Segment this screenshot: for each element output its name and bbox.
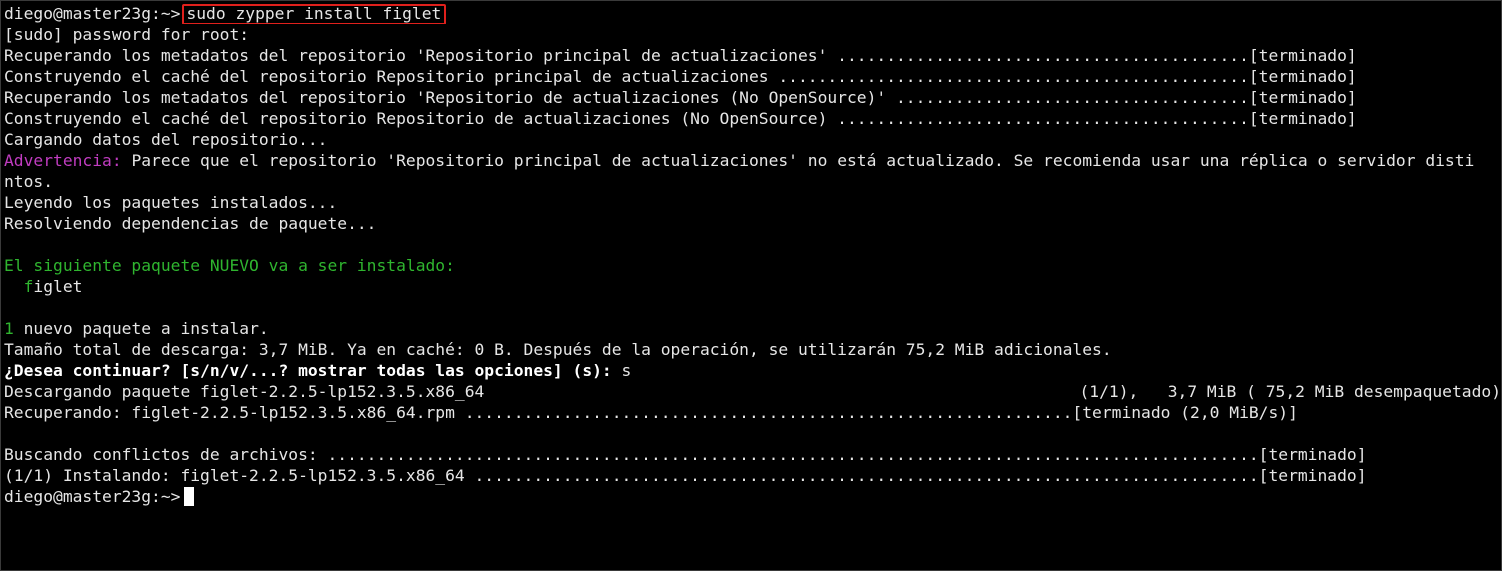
output-line: [sudo] password for root: xyxy=(4,25,250,44)
terminal-window[interactable]: diego@master23g:~> sudo zypper install fi… xyxy=(0,0,1502,571)
output-line: Resolviendo dependencias de paquete... xyxy=(4,214,377,233)
warning-label: Advertencia: xyxy=(4,151,122,170)
new-package-heading: El siguiente paquete NUEVO va a ser inst… xyxy=(4,256,455,275)
package-count: 1 xyxy=(4,319,14,338)
installing-line: (1/1) Instalando: figlet-2.2.5-lp152.3.5… xyxy=(4,466,1367,485)
download-package: Descargando paquete figlet-2.2.5-lp152.3… xyxy=(4,382,485,401)
text-cursor xyxy=(184,487,195,506)
retrieving-line: Recuperando: figlet-2.2.5-lp152.3.5.x86_… xyxy=(4,403,1298,422)
size-line: Tamaño total de descarga: 3,7 MiB. Ya en… xyxy=(4,340,1112,359)
download-line: Descargando paquete figlet-2.2.5-lp152.3… xyxy=(4,381,1501,402)
command-line: diego@master23g:~> sudo zypper install fi… xyxy=(4,3,1501,24)
warning-line: Advertencia: Parece que el repositorio '… xyxy=(4,150,1501,171)
final-prompt-line[interactable]: diego@master23g:~> xyxy=(4,486,1501,507)
output-line: Leyendo los paquetes instalados... xyxy=(4,193,338,212)
prompt: diego@master23g:~> xyxy=(4,4,181,23)
conflicts-line: Buscando conflictos de archivos: .......… xyxy=(4,445,1367,464)
output-line: Construyendo el caché del repositorio Re… xyxy=(4,109,1357,128)
output-line: Cargando datos del repositorio... xyxy=(4,130,328,149)
question-line: ¿Desea continuar? [s/n/v/...? mostrar to… xyxy=(4,360,1501,381)
output-line: Construyendo el caché del repositorio Re… xyxy=(4,67,1357,86)
continue-question: ¿Desea continuar? [s/n/v/...? mostrar to… xyxy=(4,361,612,380)
highlighted-command: sudo zypper install figlet xyxy=(182,4,447,24)
user-answer: s xyxy=(611,361,632,380)
output-line: Recuperando los metadatos del repositori… xyxy=(4,46,1357,65)
package-name-rest: iglet xyxy=(33,277,83,296)
package-name-line: figlet xyxy=(4,276,1501,297)
download-progress: (1/1), 3,7 MiB ( 75,2 MiB desempaquetado… xyxy=(1079,382,1502,401)
warning-text: Parece que el repositorio 'Repositorio p… xyxy=(121,151,1475,170)
final-prompt: diego@master23g:~> xyxy=(4,487,181,506)
terminal-output: diego@master23g:~> sudo zypper install fi… xyxy=(4,3,1501,507)
warning-continuation: ntos. xyxy=(4,172,54,191)
package-first-letter: f xyxy=(23,277,34,296)
output-line: Recuperando los metadatos del repositori… xyxy=(4,88,1357,107)
package-count-line: 1 nuevo paquete a instalar. xyxy=(4,319,269,338)
